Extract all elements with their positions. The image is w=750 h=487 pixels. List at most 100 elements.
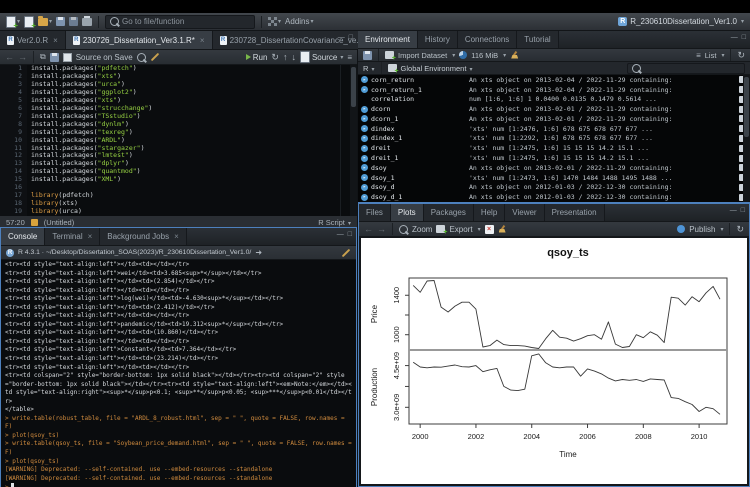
env-tab-environment[interactable]: Environment bbox=[358, 31, 418, 48]
list-view-label[interactable]: List bbox=[705, 51, 717, 60]
doc-type-selector[interactable]: R Script ▾ bbox=[318, 218, 351, 227]
expand-object-icon[interactable]: ▸ bbox=[361, 106, 368, 113]
console-options-icon[interactable] bbox=[341, 252, 351, 254]
language-selector[interactable]: R ▾ bbox=[363, 64, 375, 73]
outline-toggle-button[interactable]: ≡ bbox=[347, 53, 352, 62]
expand-object-icon[interactable]: ▸ bbox=[361, 174, 368, 181]
next-plot-button[interactable]: → bbox=[377, 225, 386, 233]
expand-object-icon[interactable]: ▸ bbox=[361, 194, 368, 201]
expand-object-icon[interactable]: ▸ bbox=[361, 115, 368, 122]
clear-plots-button[interactable] bbox=[498, 225, 507, 234]
environment-row[interactable]: ▸dcornAn xts object on 2013-02-01 / 2022… bbox=[358, 104, 750, 114]
environment-row[interactable]: ▸dsoy_dAn xts object on 2012-01-03 / 202… bbox=[358, 182, 750, 192]
environment-row[interactable]: ▸corn_return_1An xts object on 2013-02-0… bbox=[358, 85, 750, 95]
maximize-pane-icon[interactable]: □ bbox=[348, 231, 352, 238]
open-caret[interactable]: ▾ bbox=[49, 18, 52, 25]
maximize-pane-icon[interactable]: □ bbox=[741, 207, 745, 214]
plots-tab-plots[interactable]: Plots bbox=[391, 204, 424, 221]
expand-object-icon[interactable]: ▸ bbox=[361, 76, 368, 83]
print-button[interactable] bbox=[82, 18, 92, 26]
source-caret[interactable]: ▾ bbox=[340, 54, 343, 61]
source-button[interactable]: Source▾ bbox=[300, 51, 343, 63]
environment-row[interactable]: ▸dindex_1'xts' num [1:2292, 1:6] 678 675… bbox=[358, 134, 750, 144]
environment-row[interactable]: ▸dsoy_d_1An xts object on 2012-01-03 / 2… bbox=[358, 192, 750, 202]
project-selector[interactable]: R R_230610Dissertation_Ver1.0 ▾ bbox=[618, 17, 744, 26]
new-project-button[interactable] bbox=[24, 16, 34, 28]
plots-tab-presentation[interactable]: Presentation bbox=[545, 204, 605, 221]
export-label[interactable]: Export bbox=[449, 225, 472, 234]
publish-label[interactable]: Publish bbox=[689, 225, 715, 234]
chunk-nav-button[interactable] bbox=[31, 219, 38, 226]
editor-scrollbar[interactable] bbox=[350, 65, 357, 216]
pane-layout-caret[interactable]: ▾ bbox=[278, 18, 281, 25]
chunk-label[interactable]: (Untitled) bbox=[44, 218, 74, 227]
environment-row[interactable]: ▸dcorn_1An xts object on 2013-02-01 / 20… bbox=[358, 114, 750, 124]
console-tab-console[interactable]: Console bbox=[1, 228, 45, 245]
expand-object-icon[interactable]: ▸ bbox=[361, 155, 368, 162]
code-tools-button[interactable] bbox=[150, 56, 160, 58]
maximize-pane-icon[interactable]: □ bbox=[349, 34, 353, 41]
run-button[interactable]: Run bbox=[246, 53, 268, 62]
save-all-button[interactable] bbox=[69, 17, 78, 26]
close-icon[interactable]: × bbox=[200, 36, 205, 45]
open-working-dir-icon[interactable]: ➜ bbox=[255, 248, 262, 257]
memory-usage-button[interactable] bbox=[459, 51, 467, 59]
expand-object-icon[interactable]: ▸ bbox=[361, 135, 368, 142]
expand-object-icon[interactable]: ▸ bbox=[361, 164, 368, 171]
publish-button[interactable] bbox=[677, 225, 685, 233]
close-icon[interactable]: × bbox=[174, 232, 179, 241]
goto-file-function-input[interactable]: Go to file/function bbox=[105, 15, 255, 29]
popout-button[interactable]: ⧉ bbox=[40, 52, 46, 62]
close-icon[interactable]: × bbox=[53, 36, 58, 45]
save-doc-button[interactable] bbox=[50, 53, 59, 62]
minimize-pane-icon[interactable]: — bbox=[338, 34, 345, 41]
pane-layout-button[interactable]: ▾ bbox=[268, 17, 281, 26]
plots-tab-help[interactable]: Help bbox=[474, 204, 505, 221]
run-next-button[interactable]: ↓ bbox=[291, 53, 296, 61]
console-output[interactable]: <tr><td style="text-align:left"></td><td… bbox=[1, 260, 356, 487]
zoom-plot-button[interactable] bbox=[399, 225, 408, 234]
env-tab-tutorial[interactable]: Tutorial bbox=[517, 31, 558, 48]
open-file-button[interactable]: ▾ bbox=[38, 18, 52, 26]
import-dataset-label[interactable]: Import Dataset bbox=[398, 51, 447, 60]
memory-usage-label[interactable]: 116 MiB bbox=[471, 51, 498, 60]
console-tab-background-jobs[interactable]: Background Jobs× bbox=[100, 228, 187, 245]
editor-scrollbar-thumb[interactable] bbox=[351, 67, 356, 107]
expand-object-icon[interactable]: ▸ bbox=[361, 145, 368, 152]
global-environment-selector[interactable]: Global Environment ▾ bbox=[401, 64, 473, 73]
export-plot-button[interactable] bbox=[436, 225, 445, 233]
minimize-pane-icon[interactable]: — bbox=[730, 207, 737, 214]
zoom-label[interactable]: Zoom bbox=[412, 225, 432, 234]
environment-scrollbar-thumb[interactable] bbox=[744, 77, 749, 137]
environment-row[interactable]: ▸dsoy_1'xts' num [1:2473, 1:6] 1470 1484… bbox=[358, 173, 750, 183]
plots-tab-packages[interactable]: Packages bbox=[424, 204, 474, 221]
new-file-button[interactable]: ▾ bbox=[6, 16, 20, 28]
find-replace-button[interactable] bbox=[137, 53, 146, 62]
previous-plot-button[interactable]: ← bbox=[364, 225, 373, 233]
list-view-button[interactable]: ≡ bbox=[696, 51, 701, 60]
environment-scrollbar[interactable] bbox=[743, 75, 750, 202]
env-tab-connections[interactable]: Connections bbox=[458, 31, 517, 48]
plots-tab-files[interactable]: Files bbox=[359, 204, 391, 221]
refresh-environment-button[interactable]: ↻ bbox=[737, 51, 745, 59]
addins-button[interactable]: Addins▾ bbox=[285, 17, 313, 26]
minimize-pane-icon[interactable]: — bbox=[731, 34, 738, 41]
maximize-pane-icon[interactable]: □ bbox=[742, 34, 746, 41]
environment-row[interactable]: ▸dreit_1'xts' num [1:2475, 1:6] 15 15 15… bbox=[358, 153, 750, 163]
refresh-plot-button[interactable]: ↻ bbox=[736, 225, 744, 233]
close-icon[interactable]: × bbox=[88, 232, 93, 241]
editor-tab-230726-dissertation-ver3-1-r-[interactable]: R230726_Dissertation_Ver3.1.R*× bbox=[66, 31, 213, 49]
remove-plot-button[interactable]: × bbox=[485, 225, 494, 234]
nav-back-button[interactable]: ← bbox=[5, 53, 14, 61]
environment-row[interactable]: ▸dreit'xts' num [1:2475, 1:6] 15 15 15 1… bbox=[358, 143, 750, 153]
environment-row[interactable]: ▸corn_returnAn xts object on 2013-02-04 … bbox=[358, 75, 750, 85]
environment-search-input[interactable] bbox=[627, 63, 745, 74]
environment-row[interactable]: ▸correlationnum [1:6, 1:6] 1 0.0400 0.01… bbox=[358, 95, 750, 105]
plots-tab-viewer[interactable]: Viewer bbox=[505, 204, 544, 221]
environment-row[interactable]: ▸dsoyAn xts object on 2013-02-01 / 2022-… bbox=[358, 163, 750, 173]
clear-environment-button[interactable] bbox=[510, 51, 519, 60]
nav-forward-button[interactable]: → bbox=[18, 53, 27, 61]
editor-tab-ver2-0-r[interactable]: RVer2.0.R× bbox=[0, 31, 66, 49]
run-previous-button[interactable]: ↑ bbox=[283, 53, 288, 61]
minimize-pane-icon[interactable]: — bbox=[337, 231, 344, 238]
